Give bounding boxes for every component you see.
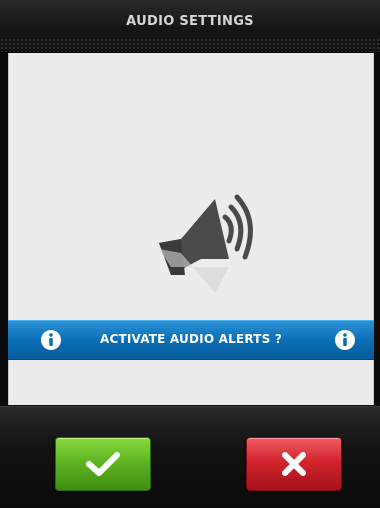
confirm-button[interactable] bbox=[55, 437, 151, 491]
header-bar: AUDIO SETTINGS bbox=[0, 0, 380, 53]
cancel-button[interactable] bbox=[246, 437, 342, 491]
info-icon bbox=[335, 330, 355, 350]
info-message: ACTIVATE AUDIO ALERTS ? bbox=[100, 332, 282, 346]
page-title: AUDIO SETTINGS bbox=[126, 14, 254, 29]
info-bar: ACTIVATE AUDIO ALERTS ? bbox=[8, 320, 374, 360]
checkmark-icon bbox=[86, 452, 120, 476]
footer-bar bbox=[0, 406, 380, 508]
audio-settings-screen: AUDIO SETTINGS ACTIVATE AUDIO ALERTS ? bbox=[0, 0, 380, 508]
close-icon bbox=[282, 452, 306, 476]
speaker-sound-icon bbox=[159, 194, 253, 293]
